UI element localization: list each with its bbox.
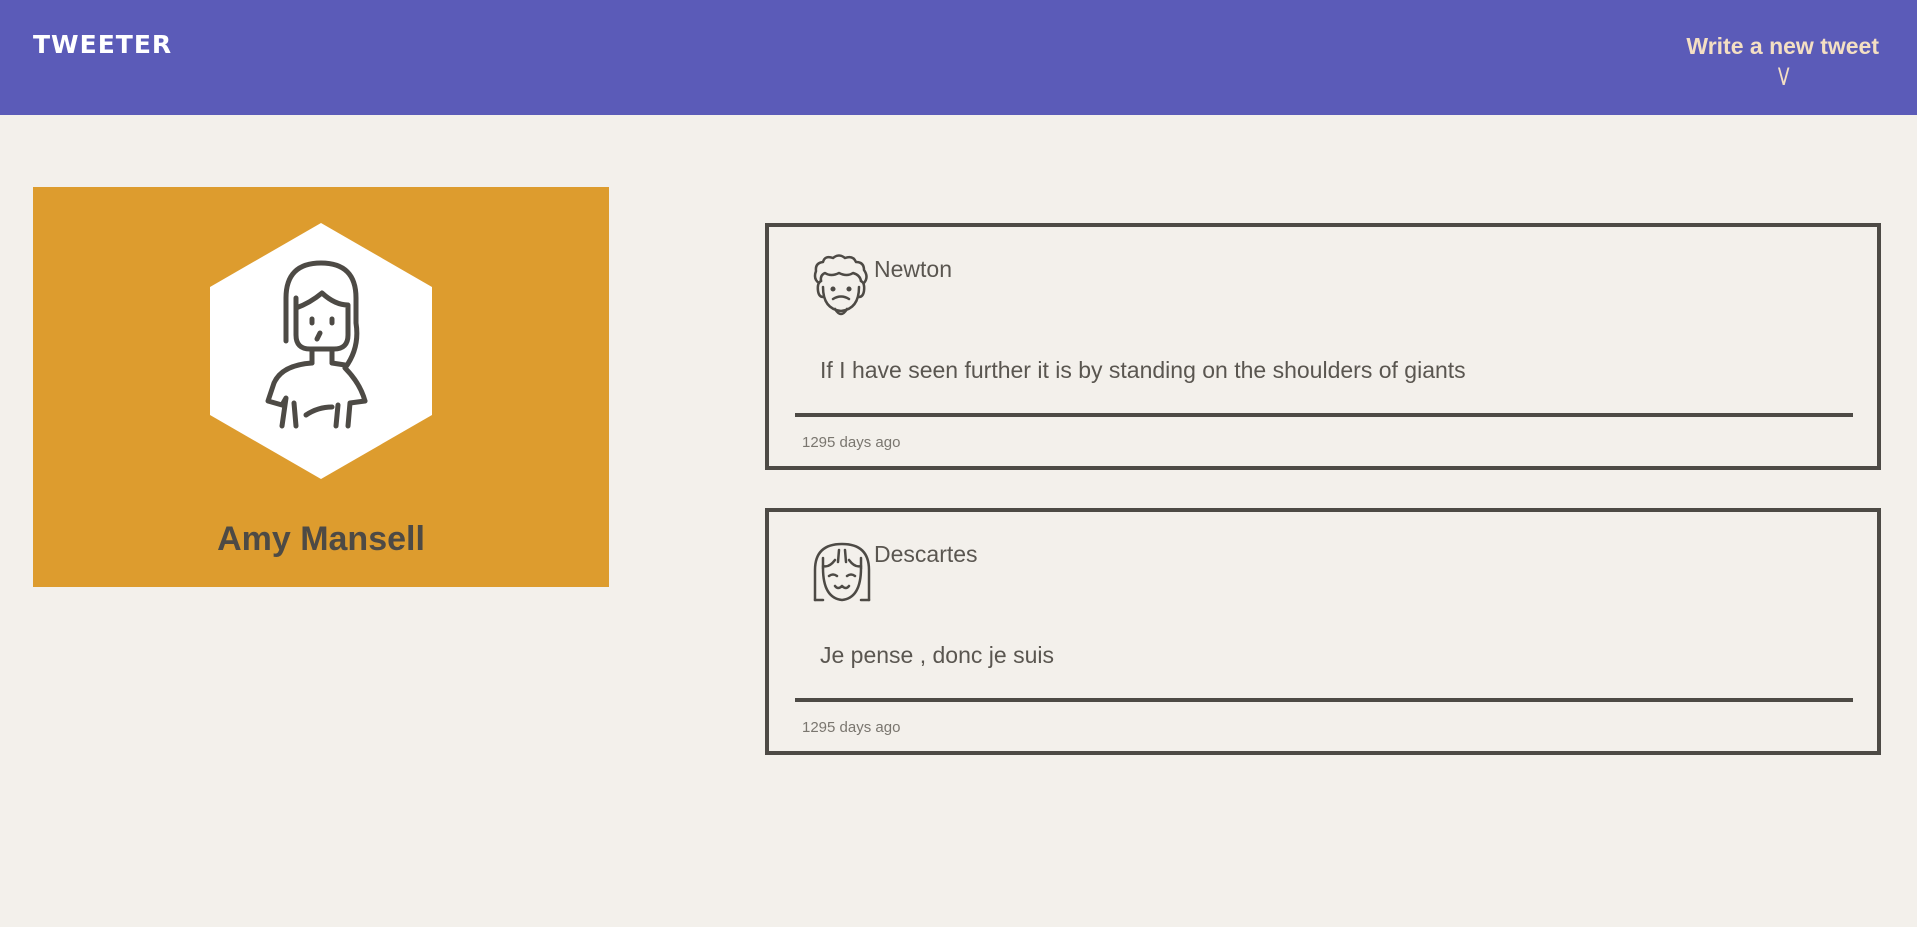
brand-logo[interactable]: TWEETER	[33, 30, 172, 59]
tweet-text: Je pense , donc je suis	[820, 642, 1054, 668]
bob-hair-avatar-icon	[813, 542, 871, 602]
top-nav: TWEETER Write a new tweet \/	[0, 0, 1917, 115]
tweet-timestamp: 1295 days ago	[802, 719, 901, 736]
write-tweet-button[interactable]: Write a new tweet \/	[1686, 33, 1879, 92]
profile-card: Amy Mansell	[33, 187, 609, 587]
chevron-down-icon[interactable]: \/	[1686, 64, 1879, 92]
tweet-text: If I have seen further it is by standing…	[820, 357, 1466, 383]
tweet-card: Newton If I have seen further it is by s…	[765, 223, 1881, 470]
tweet-card: Descartes Je pense , donc je suis 1295 d…	[765, 508, 1881, 755]
curly-hair-man-avatar-icon	[813, 254, 868, 316]
write-tweet-label[interactable]: Write a new tweet	[1686, 33, 1879, 60]
tweet-author[interactable]: Descartes	[874, 541, 978, 568]
tweet-timestamp: 1295 days ago	[802, 434, 901, 451]
tweet-divider	[795, 413, 1853, 417]
profile-name: Amy Mansell	[217, 520, 425, 558]
tweet-divider	[795, 698, 1853, 702]
tweet-author[interactable]: Newton	[874, 256, 952, 283]
profile-avatar	[210, 223, 432, 479]
